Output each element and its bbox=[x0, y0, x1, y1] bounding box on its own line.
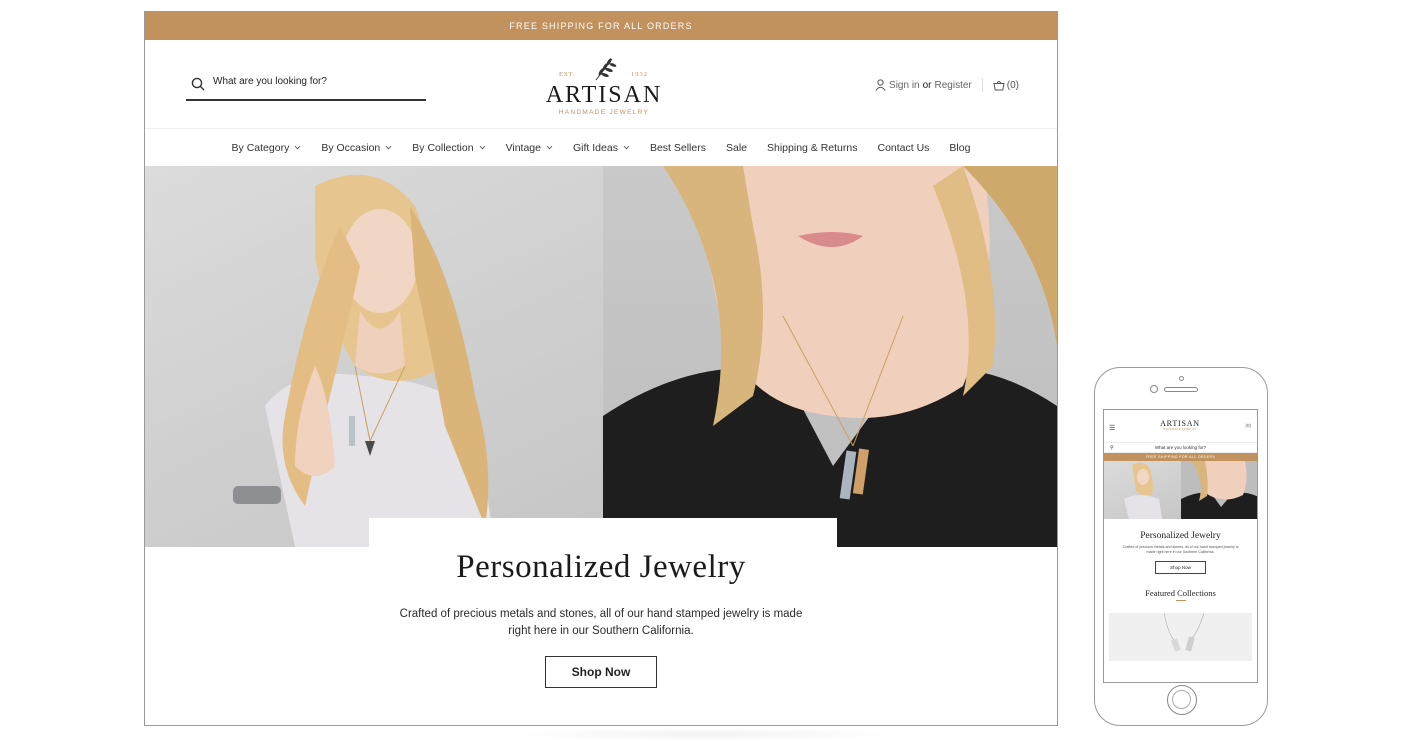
account-area: Sign in or Register (0) bbox=[875, 78, 1019, 92]
mobile-shop-now-button[interactable]: Shop Now bbox=[1155, 561, 1206, 574]
nav-item-best-sellers[interactable]: Best Sellers bbox=[650, 142, 706, 154]
mobile-logo[interactable]: ARTISAN HANDMADE JEWELRY bbox=[1158, 419, 1202, 431]
nav-item-by-collection[interactable]: By Collection bbox=[412, 142, 485, 154]
nav-item-vintage[interactable]: Vintage bbox=[506, 142, 553, 154]
nav-item-label: Vintage bbox=[505, 141, 541, 154]
search-bar[interactable] bbox=[186, 76, 426, 101]
logo-est: EST. bbox=[559, 71, 576, 78]
mobile-logo-wordmark: ARTISAN bbox=[1160, 419, 1200, 428]
mobile-hero-image-left bbox=[1104, 461, 1181, 519]
hero-image-model-left bbox=[145, 166, 603, 547]
chevron-down-icon bbox=[546, 145, 553, 150]
search-icon[interactable] bbox=[191, 77, 205, 91]
logo-year: 1932 bbox=[631, 71, 648, 78]
mobile-preview: ☰ ARTISAN HANDMADE JEWELRY (0) ⚲ What ar… bbox=[1094, 367, 1268, 726]
phone-home-ring bbox=[1172, 690, 1191, 709]
nav-item-by-category[interactable]: By Category bbox=[232, 142, 302, 154]
featured-necklace-illustration bbox=[1163, 613, 1205, 652]
leaf-icon bbox=[595, 58, 617, 81]
site-logo[interactable]: EST. 1932 ARTISAN HANDMADE JEWELRY bbox=[543, 54, 665, 116]
user-icon[interactable] bbox=[875, 79, 886, 91]
nav-item-contact-us[interactable]: Contact Us bbox=[877, 142, 929, 154]
hero-card-top bbox=[369, 518, 837, 548]
nav-item-label: Best Sellers bbox=[649, 141, 706, 154]
site-header: EST. 1932 ARTISAN HANDMADE JEWELRY Sign … bbox=[145, 40, 1057, 129]
register-link[interactable]: Register bbox=[935, 80, 972, 91]
nav-item-gift-ideas[interactable]: Gift Ideas bbox=[573, 142, 630, 154]
mobile-hero-title: Personalized Jewelry bbox=[1140, 531, 1221, 541]
hero-description: Crafted of precious metals and stones, a… bbox=[399, 608, 803, 637]
mobile-model-right bbox=[1181, 461, 1257, 519]
hero-image-model-right bbox=[603, 166, 1057, 547]
promo-bar: FREE SHIPPING FOR ALL ORDERS bbox=[145, 12, 1057, 40]
cart-icon[interactable] bbox=[993, 80, 1005, 91]
phone-sensor bbox=[1179, 376, 1184, 381]
nav-item-label: Sale bbox=[725, 141, 747, 154]
bottom-shadow bbox=[500, 728, 910, 741]
nav-item-label: Shipping & Returns bbox=[767, 141, 858, 154]
featured-collection-image[interactable] bbox=[1109, 613, 1252, 661]
mobile-search-icon[interactable]: ⚲ bbox=[1110, 445, 1114, 451]
divider bbox=[981, 78, 983, 92]
featured-underline bbox=[1175, 600, 1186, 601]
logo-wordmark: ARTISAN bbox=[545, 82, 663, 108]
mobile-cart-count[interactable]: (0) bbox=[1246, 423, 1252, 428]
nav-item-label: Blog bbox=[949, 141, 971, 154]
mobile-search-bar[interactable]: ⚲ What are you looking for? bbox=[1104, 442, 1257, 453]
mobile-search-placeholder: What are you looking for? bbox=[1154, 445, 1207, 450]
phone-speaker bbox=[1164, 387, 1198, 392]
nav-item-label: By Occasion bbox=[321, 141, 381, 154]
desktop-preview: FREE SHIPPING FOR ALL ORDERS EST. 1932 A… bbox=[144, 11, 1058, 726]
nav-item-blog[interactable]: Blog bbox=[949, 142, 970, 154]
mobile-hero-image-right bbox=[1181, 461, 1257, 519]
chevron-down-icon bbox=[479, 145, 485, 150]
chevron-down-icon bbox=[623, 145, 630, 150]
or-text: or bbox=[922, 79, 932, 91]
model-left-illustration bbox=[233, 174, 495, 547]
search-input[interactable] bbox=[213, 76, 413, 87]
nav-item-shipping-returns[interactable]: Shipping & Returns bbox=[767, 142, 857, 154]
logo-tagline: HANDMADE JEWELRY bbox=[558, 109, 650, 116]
mobile-hero-description: Crafted of precious metals and stones, a… bbox=[1122, 545, 1239, 554]
hamburger-menu-icon[interactable]: ☰ bbox=[1109, 424, 1115, 432]
featured-collections-title: Featured Collections bbox=[1145, 588, 1216, 598]
nav-item-label: By Collection bbox=[412, 141, 474, 154]
nav-item-label: By Category bbox=[231, 141, 290, 154]
mobile-screen: ☰ ARTISAN HANDMADE JEWELRY (0) ⚲ What ar… bbox=[1103, 409, 1258, 683]
sign-in-link[interactable]: Sign in bbox=[889, 80, 920, 91]
main-nav: By Category By Occasion By Collection Vinta… bbox=[145, 129, 1057, 166]
phone-home-button[interactable] bbox=[1167, 685, 1197, 715]
hero-content: Personalized Jewelry Crafted of precious… bbox=[145, 549, 1057, 688]
nav-item-label: Gift Ideas bbox=[573, 141, 618, 154]
mobile-logo-tagline: HANDMADE JEWELRY bbox=[1163, 428, 1197, 431]
nav-item-by-occasion[interactable]: By Occasion bbox=[321, 142, 392, 154]
model-right-illustration bbox=[603, 166, 1057, 547]
chevron-down-icon bbox=[385, 145, 392, 150]
cart-count[interactable]: (0) bbox=[1007, 80, 1019, 91]
mobile-hero bbox=[1104, 461, 1257, 519]
nav-item-sale[interactable]: Sale bbox=[726, 142, 747, 154]
mobile-header: ☰ ARTISAN HANDMADE JEWELRY (0) bbox=[1104, 410, 1257, 442]
chevron-down-icon bbox=[294, 145, 301, 150]
mobile-promo-bar: FREE SHIPPING FOR ALL ORDERS bbox=[1104, 453, 1257, 461]
phone-camera bbox=[1150, 385, 1158, 393]
shop-now-button[interactable]: Shop Now bbox=[545, 656, 657, 688]
hero-banner bbox=[145, 166, 1057, 548]
hero-title: Personalized Jewelry bbox=[456, 549, 746, 585]
nav-item-label: Contact Us bbox=[877, 141, 930, 154]
mobile-model-left bbox=[1124, 462, 1162, 519]
